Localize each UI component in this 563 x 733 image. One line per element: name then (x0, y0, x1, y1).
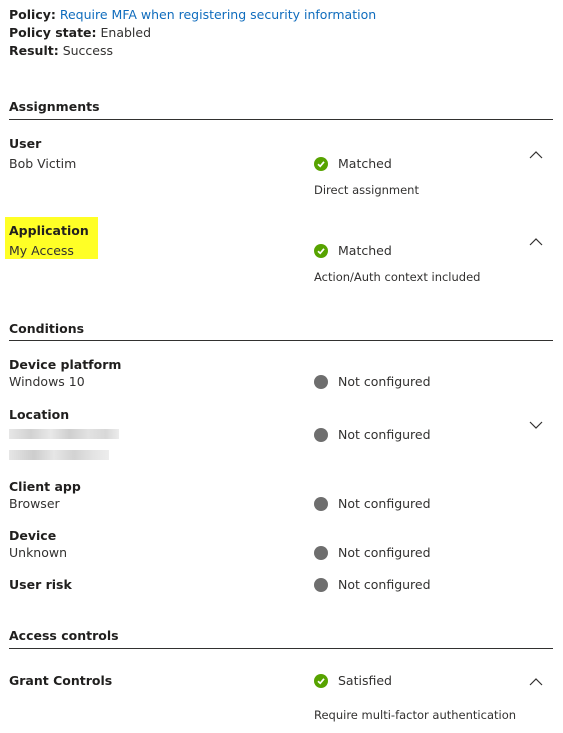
result-label: Result: (9, 43, 59, 58)
policy-state-line: Policy state: Enabled (9, 25, 151, 40)
grant-controls-title: Grant Controls (9, 673, 113, 688)
check-circle-icon (314, 157, 328, 171)
grant-controls-detail: Require multi-factor authentication (314, 708, 517, 722)
application-title: Application (9, 223, 89, 238)
client-app-title: Client app (9, 479, 81, 494)
device-platform-title: Device platform (9, 357, 122, 372)
chevron-down-icon[interactable] (528, 418, 544, 429)
grant-controls-status: Satisfied (338, 673, 392, 688)
assignments-divider (9, 119, 553, 120)
device-value: Unknown (9, 545, 68, 560)
policy-state-label: Policy state: (9, 25, 97, 40)
device-title: Device (9, 528, 57, 543)
user-value: Bob Victim (9, 156, 77, 171)
user-status: Matched (338, 156, 392, 171)
check-circle-icon (314, 244, 328, 258)
not-configured-dot-icon (314, 428, 328, 442)
conditions-divider (9, 340, 553, 341)
policy-label: Policy: (9, 7, 56, 22)
user-title: User (9, 136, 42, 151)
chevron-up-icon[interactable] (528, 235, 544, 246)
policy-state-value: Enabled (100, 25, 152, 40)
location-title: Location (9, 407, 70, 422)
not-configured-dot-icon (314, 375, 328, 389)
client-app-value: Browser (9, 496, 60, 511)
not-configured-dot-icon (314, 546, 328, 560)
device-platform-status: Not configured (338, 374, 431, 389)
chevron-up-icon[interactable] (528, 675, 544, 686)
access-controls-heading: Access controls (9, 628, 119, 643)
user-detail: Direct assignment (314, 183, 419, 197)
user-risk-title: User risk (9, 577, 72, 592)
redacted-location-line-2 (9, 450, 109, 460)
assignments-heading: Assignments (9, 99, 100, 114)
result-line: Result: Success (9, 43, 113, 58)
access-controls-divider (9, 648, 553, 649)
application-value: My Access (9, 243, 74, 258)
chevron-up-icon[interactable] (528, 148, 544, 159)
conditions-heading: Conditions (9, 321, 85, 336)
not-configured-dot-icon (314, 497, 328, 511)
location-status: Not configured (338, 427, 431, 442)
application-detail: Action/Auth context included (314, 270, 481, 284)
device-status: Not configured (338, 545, 431, 560)
policy-name-link[interactable]: Require MFA when registering security in… (60, 7, 376, 22)
device-platform-value: Windows 10 (9, 374, 85, 389)
not-configured-dot-icon (314, 578, 328, 592)
client-app-status: Not configured (338, 496, 431, 511)
redacted-location-line-1 (9, 429, 119, 439)
application-status: Matched (338, 243, 392, 258)
result-value: Success (62, 43, 114, 58)
user-risk-status: Not configured (338, 577, 431, 592)
policy-line: Policy: Require MFA when registering sec… (9, 7, 376, 22)
check-circle-icon (314, 674, 328, 688)
